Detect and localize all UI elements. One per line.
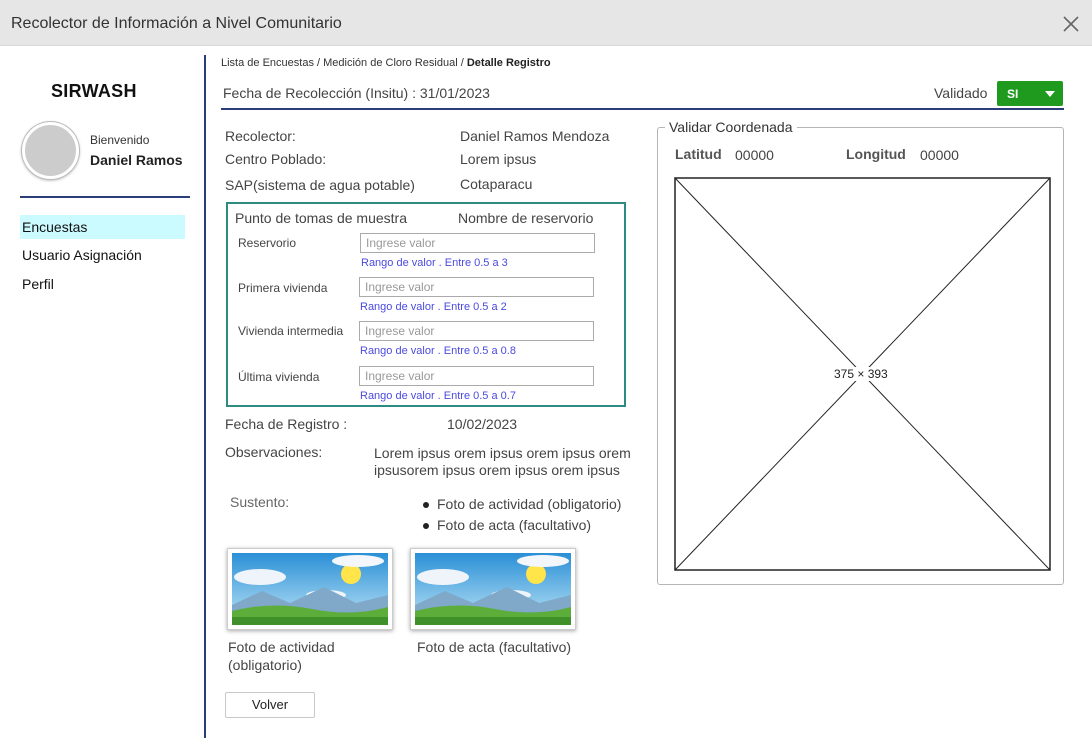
sidebar-divider	[20, 196, 190, 198]
reservoir-name-header: Nombre de reservorio	[458, 210, 594, 226]
welcome-text: Bienvenido	[90, 133, 150, 147]
sidebar-item-usuario-asignacion[interactable]: Usuario Asignación	[20, 243, 185, 267]
field-label-primera-vivienda: Primera vivienda	[238, 281, 328, 295]
latitud-value: 00000	[735, 147, 774, 163]
caption-line: (obligatorio)	[228, 657, 302, 673]
recolector-value: Daniel Ramos Mendoza	[460, 128, 610, 144]
sidebar-item-perfil[interactable]: Perfil	[20, 272, 185, 296]
observaciones-line-2: ipsusorem ipsus orem ipsus orem ipsus	[374, 462, 620, 478]
vertical-divider	[204, 55, 206, 738]
landscape-image-icon	[232, 553, 388, 625]
fecha-registro-value: 10/02/2023	[447, 416, 518, 432]
reservorio-input[interactable]: Ingrese valor	[360, 233, 595, 253]
latitud-label: Latitud	[675, 146, 722, 162]
window-title: Recolector de Información a Nivel Comuni…	[11, 15, 342, 32]
sustento-item: Foto de acta (facultativo)	[422, 517, 592, 533]
validado-value: SI	[1007, 87, 1019, 101]
sap-label: SAP(sistema de agua potable)	[225, 177, 415, 193]
field-label-vivienda-intermedia: Vivienda intermedia	[238, 324, 344, 338]
avatar	[22, 122, 79, 179]
longitud-value: 00000	[920, 147, 959, 163]
validado-label: Validado	[934, 85, 988, 101]
field-label-ultima-vivienda: Última vivienda	[238, 370, 320, 384]
breadcrumb-separator: /	[317, 57, 321, 69]
validado-select[interactable]: SI	[997, 81, 1063, 106]
ultima-vivienda-hint: Rango de valor . Entre 0.5 a 0.7	[360, 390, 516, 402]
volver-button[interactable]: Volver	[225, 692, 315, 718]
photo-actividad-caption: Foto de actividad (obligatorio)	[228, 638, 335, 674]
field-label-reservorio: Reservorio	[238, 236, 297, 250]
fecha-recoleccion: Fecha de Recolección (Insitu) : 31/01/20…	[223, 85, 490, 101]
sustento-item: Foto de actividad (obligatorio)	[422, 496, 622, 512]
photo-acta-caption: Foto de acta (facultativo)	[417, 639, 572, 655]
primera-vivienda-input[interactable]: Ingrese valor	[359, 277, 594, 297]
breadcrumb-current: Detalle Registro	[466, 57, 551, 69]
photo-acta-thumbnail[interactable]	[410, 548, 576, 630]
fecha-registro-label: Fecha de Registro :	[225, 416, 348, 432]
primera-vivienda-hint: Rango de valor . Entre 0.5 a 2	[360, 301, 507, 313]
window-titlebar: Recolector de Información a Nivel Comuni…	[0, 0, 1092, 46]
map-placeholder-dimensions: 375 × 393	[833, 367, 889, 381]
photo-actividad-thumbnail[interactable]	[227, 548, 393, 630]
user-name: Daniel Ramos	[90, 152, 183, 168]
chevron-down-icon	[1045, 91, 1055, 97]
close-icon[interactable]	[1060, 13, 1082, 35]
coordinates-legend: Validar Coordenada	[665, 119, 797, 135]
breadcrumb-separator: /	[460, 57, 464, 69]
header-divider	[221, 108, 1064, 110]
sidebar: SIRWASH Bienvenido Daniel Ramos Encuesta…	[0, 46, 205, 742]
landscape-image-icon	[415, 553, 571, 625]
ultima-vivienda-input[interactable]: Ingrese valor	[359, 366, 594, 386]
longitud-label: Longitud	[846, 146, 906, 162]
centro-poblado-label: Centro Poblado:	[225, 151, 327, 167]
brand-logo-text: SIRWASH	[51, 81, 137, 101]
recolector-label: Recolector:	[225, 128, 296, 144]
breadcrumb-item-lista-encuestas[interactable]: Lista de Encuestas	[221, 57, 314, 69]
centro-poblado-value: Lorem ipsus	[460, 151, 537, 167]
observaciones-line-1: Lorem ipsus orem ipsus orem ipsus orem	[374, 445, 631, 461]
breadcrumb: Lista de Encuestas / Medición de Cloro R…	[221, 57, 551, 69]
sustento-label: Sustento:	[230, 494, 290, 510]
sidebar-item-encuestas[interactable]: Encuestas	[20, 215, 185, 239]
observaciones-label: Observaciones:	[225, 444, 323, 460]
vivienda-intermedia-input[interactable]: Ingrese valor	[359, 321, 594, 341]
vivienda-intermedia-hint: Rango de valor . Entre 0.5 a 0.8	[360, 345, 516, 357]
sap-value: Cotaparacu	[460, 176, 533, 192]
caption-line: Foto de actividad	[228, 639, 335, 655]
sampling-title: Punto de tomas de muestra	[235, 210, 407, 226]
reservorio-hint: Rango de valor . Entre 0.5 a 3	[361, 257, 508, 269]
breadcrumb-item-medicion[interactable]: Medición de Cloro Residual	[323, 57, 458, 69]
